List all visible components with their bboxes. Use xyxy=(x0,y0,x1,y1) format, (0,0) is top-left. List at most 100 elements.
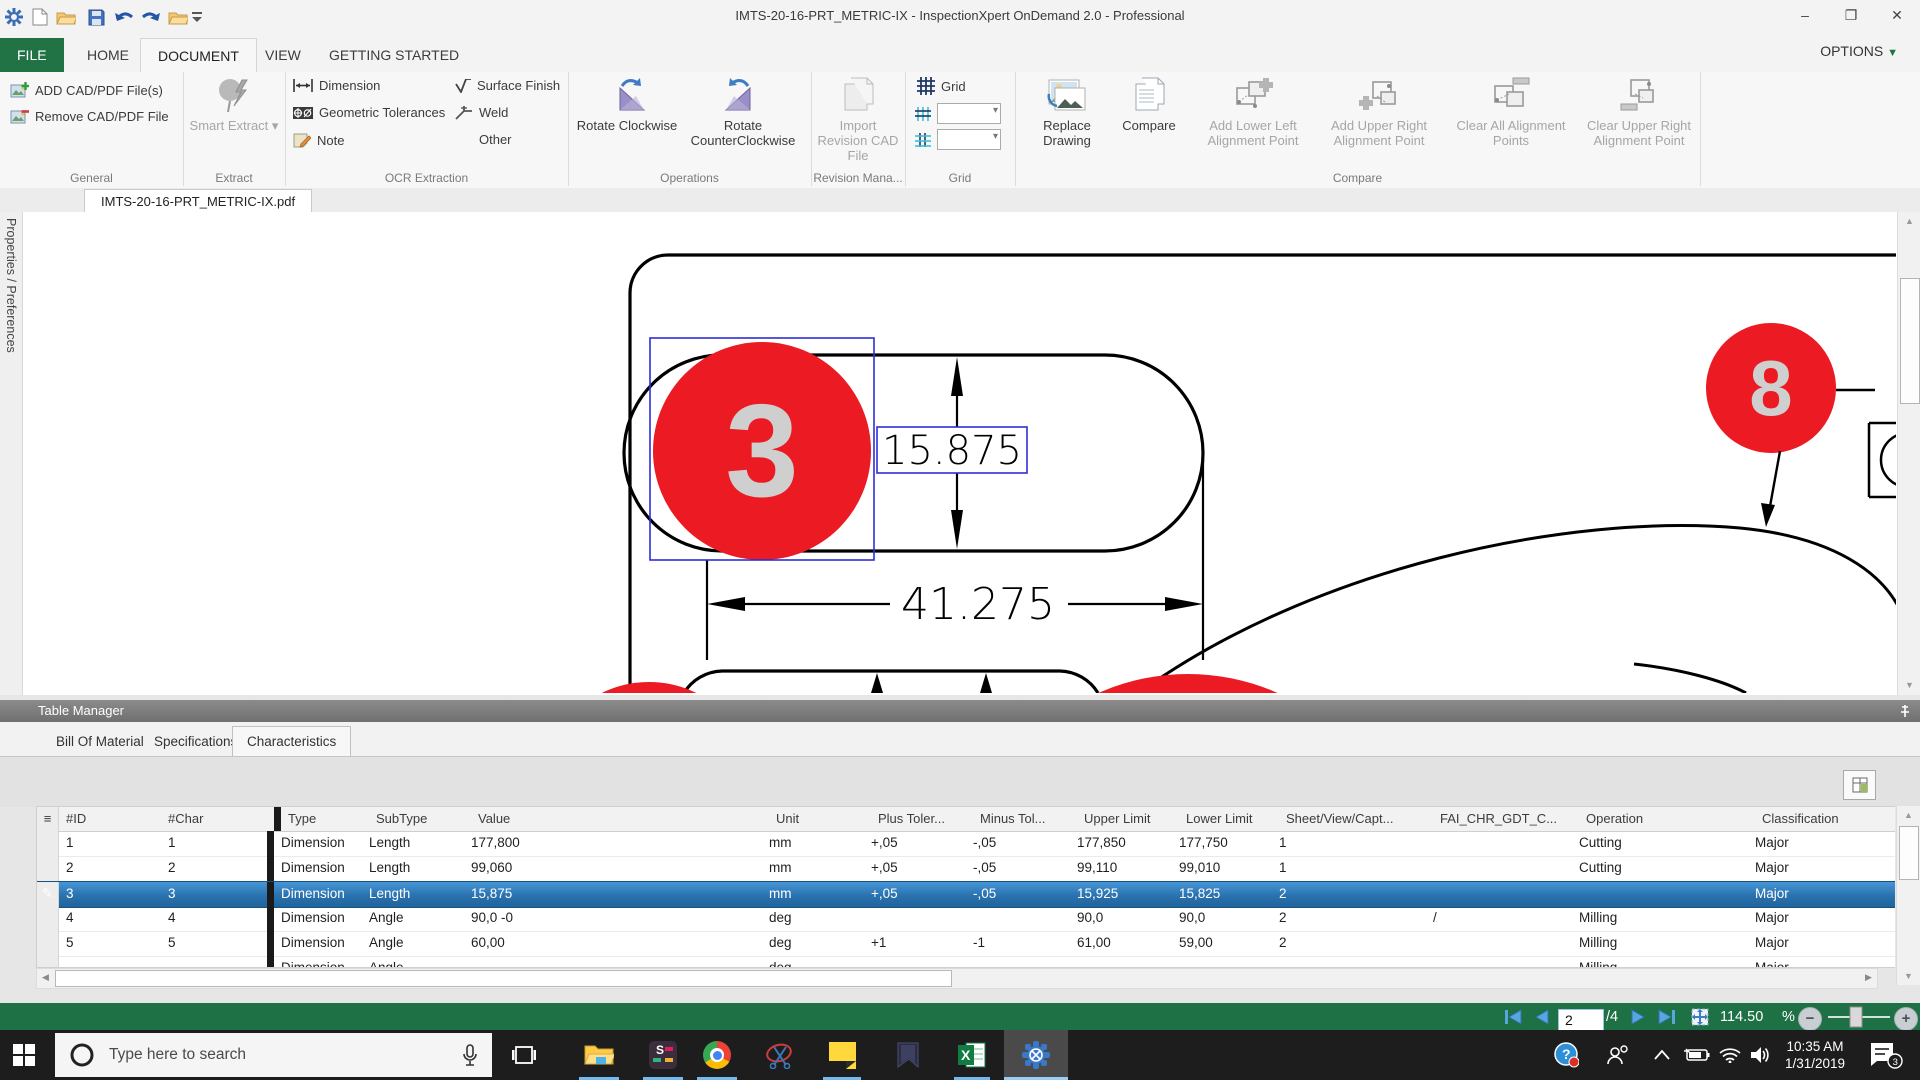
row-header[interactable] xyxy=(37,831,59,856)
import-revision-button[interactable]: Import Revision CAD File xyxy=(813,74,903,163)
notification-center-button[interactable]: 3 xyxy=(1862,1030,1910,1080)
row-header[interactable] xyxy=(37,906,59,931)
cell-classification[interactable]: Major xyxy=(1748,831,1895,856)
start-button[interactable] xyxy=(0,1030,48,1080)
excel-taskbar-icon[interactable]: X xyxy=(948,1030,996,1080)
cell-unit[interactable]: mm xyxy=(762,882,864,907)
cell-sheet-view-capt-[interactable]: 2 xyxy=(1272,906,1426,931)
cell-type[interactable]: Dimension xyxy=(274,956,362,968)
cell-subtype[interactable]: Angle xyxy=(362,931,464,956)
tab-view[interactable]: VIEW xyxy=(248,38,318,72)
page-number-input[interactable]: 2 xyxy=(1558,1009,1604,1031)
table-manager-titlebar[interactable]: Table Manager xyxy=(0,700,1920,722)
cell-type[interactable]: Dimension xyxy=(274,831,362,856)
h-scrollbar-thumb[interactable] xyxy=(55,970,952,987)
cell-classification[interactable]: Major xyxy=(1748,906,1895,931)
row-header[interactable] xyxy=(37,956,59,968)
column-header-unit[interactable]: Unit xyxy=(769,807,871,831)
scroll-down-icon[interactable]: ▼ xyxy=(1897,967,1920,985)
cell-type[interactable]: Dimension xyxy=(274,906,362,931)
dimension-41-275[interactable]: 41.275 xyxy=(901,579,1055,630)
zoom-out-button[interactable]: − xyxy=(1798,1007,1822,1031)
people-tray-icon[interactable] xyxy=(1600,1030,1636,1080)
cell-unit[interactable]: deg xyxy=(762,931,864,956)
add-upper-right-alignment-button[interactable]: Add Upper Right Alignment Point xyxy=(1319,74,1439,148)
inspectionxpert-taskbar-icon[interactable] xyxy=(1004,1030,1068,1080)
cell--char[interactable]: 5 xyxy=(161,931,267,956)
taskbar-clock[interactable]: 10:35 AM 1/31/2019 xyxy=(1778,1038,1852,1072)
grid-spacing-dropdown-1[interactable] xyxy=(937,103,1001,124)
cell-type[interactable]: Dimension xyxy=(274,856,362,881)
folder-icon[interactable] xyxy=(166,5,190,29)
cell-value[interactable]: 177,800 xyxy=(464,831,762,856)
cell-upper-limit[interactable]: 99,110 xyxy=(1070,856,1172,881)
cell-value[interactable] xyxy=(464,956,762,968)
cell-fai-chr-gdt-c-[interactable]: / xyxy=(1426,906,1572,931)
new-file-icon[interactable] xyxy=(28,5,52,29)
canvas-vertical-scrollbar[interactable]: ▲ ▼ xyxy=(1897,212,1920,695)
add-cad-pdf-button[interactable]: ADD CAD/PDF File(s) xyxy=(10,82,163,99)
row-menu-icon[interactable]: ≡ xyxy=(37,807,59,831)
cell--char[interactable]: 1 xyxy=(161,831,267,856)
cell-upper-limit[interactable] xyxy=(1070,956,1172,968)
properties-preferences-panel-tab[interactable]: Properties / Preferences xyxy=(0,212,23,695)
cell-plus-toler-[interactable] xyxy=(864,906,966,931)
column-header--id[interactable]: #ID xyxy=(59,807,161,831)
cell-upper-limit[interactable]: 15,925 xyxy=(1070,882,1172,907)
scroll-up-icon[interactable]: ▲ xyxy=(1897,806,1920,824)
qat-customize-icon[interactable] xyxy=(190,5,204,29)
table-row-6[interactable]: DimensionAngledegMillingMajor xyxy=(37,956,1895,968)
add-lower-left-alignment-button[interactable]: Add Lower Left Alignment Point xyxy=(1193,74,1313,148)
save-icon[interactable] xyxy=(84,5,108,29)
balloon-partial-right[interactable] xyxy=(967,674,1409,693)
cell-fai-chr-gdt-c-[interactable] xyxy=(1426,956,1572,968)
grid-toggle-button[interactable]: Grid xyxy=(917,77,966,95)
cell-type[interactable]: Dimension xyxy=(274,882,362,907)
chrome-taskbar-icon[interactable] xyxy=(693,1030,741,1080)
cell-lower-limit[interactable]: 59,00 xyxy=(1172,931,1272,956)
scroll-down-icon[interactable]: ▼ xyxy=(1898,676,1920,694)
pin-icon[interactable] xyxy=(1898,704,1912,718)
table-row-5[interactable]: 55DimensionAngle60,00deg+1-161,0059,002M… xyxy=(37,931,1895,957)
cell-minus-tol-[interactable]: -1 xyxy=(966,931,1070,956)
row-header[interactable] xyxy=(37,856,59,881)
cell-lower-limit[interactable]: 90,0 xyxy=(1172,906,1272,931)
rotate-clockwise-button[interactable]: Rotate Clockwise xyxy=(576,74,678,133)
cell-upper-limit[interactable]: 177,850 xyxy=(1070,831,1172,856)
cell--char[interactable]: 3 xyxy=(161,882,267,907)
column-header-fai-chr-gdt-c-[interactable]: FAI_CHR_GDT_C... xyxy=(1433,807,1579,831)
cell--id[interactable]: 3 xyxy=(59,882,161,907)
column-header--char[interactable]: #Char xyxy=(161,807,267,831)
fit-to-window-button[interactable] xyxy=(1690,1003,1710,1030)
table-row-2[interactable]: 22DimensionLength99,060mm+,05-,0599,1109… xyxy=(37,856,1895,882)
column-header-sheet-view-capt-[interactable]: Sheet/View/Capt... xyxy=(1279,807,1433,831)
cell-plus-toler-[interactable]: +1 xyxy=(864,931,966,956)
cell-unit[interactable]: deg xyxy=(762,956,864,968)
cell--id[interactable]: 2 xyxy=(59,856,161,881)
taskbar-search-box[interactable]: Type here to search xyxy=(55,1033,492,1077)
task-view-button[interactable] xyxy=(500,1030,548,1080)
cell-operation[interactable]: Milling xyxy=(1572,906,1748,931)
drawing-canvas[interactable]: Properties / Preferences 3 xyxy=(0,212,1920,695)
geometric-tolerances-button[interactable]: Geometric Tolerances xyxy=(293,105,445,120)
scroll-left-icon[interactable]: ◀ xyxy=(37,969,54,986)
row-header[interactable] xyxy=(37,931,59,956)
cell-subtype[interactable]: Length xyxy=(362,831,464,856)
document-tab[interactable]: IMTS-20-16-PRT_METRIC-IX.pdf xyxy=(84,189,312,213)
slack-taskbar-icon[interactable]: S xyxy=(639,1030,687,1080)
zoom-slider[interactable] xyxy=(1828,1005,1890,1029)
cell-operation[interactable]: Milling xyxy=(1572,956,1748,968)
cell-plus-toler-[interactable] xyxy=(864,956,966,968)
open-file-icon[interactable] xyxy=(54,5,78,29)
cell-plus-toler-[interactable]: +,05 xyxy=(864,856,966,881)
cell-lower-limit[interactable]: 99,010 xyxy=(1172,856,1272,881)
cell-classification[interactable]: Major xyxy=(1748,882,1895,907)
microphone-icon[interactable] xyxy=(462,1044,478,1066)
cell-minus-tol-[interactable] xyxy=(966,956,1070,968)
options-menu[interactable]: OPTIONS ▼ xyxy=(1820,43,1898,59)
table-horizontal-scrollbar[interactable]: ◀ ▶ xyxy=(36,968,1878,989)
cell-operation[interactable]: Milling xyxy=(1572,931,1748,956)
smart-extract-button[interactable]: Smart Extract ▾ xyxy=(189,74,279,133)
file-explorer-taskbar-icon[interactable] xyxy=(575,1030,623,1080)
cell-lower-limit[interactable] xyxy=(1172,956,1272,968)
